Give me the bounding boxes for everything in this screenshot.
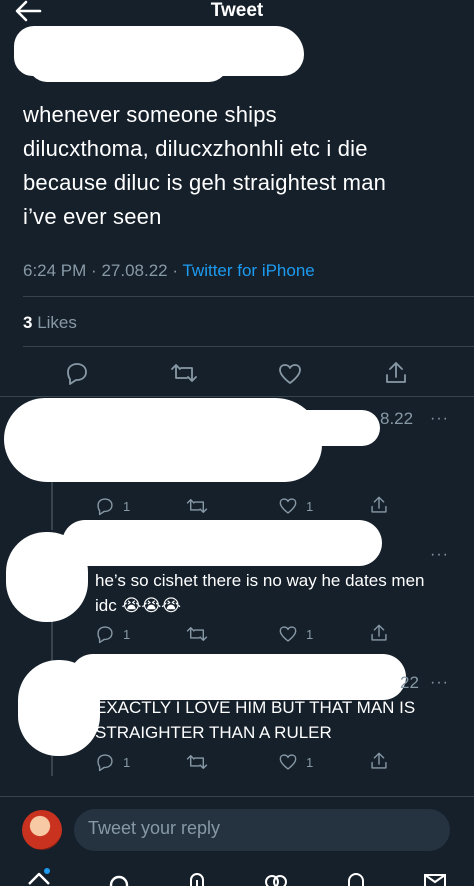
divider <box>0 396 474 397</box>
bottom-nav <box>0 866 474 886</box>
reply-action-icon[interactable] <box>95 624 115 644</box>
tweet-time: 6:24 PM <box>23 261 87 280</box>
share-action-icon[interactable] <box>369 623 389 643</box>
reply-text: EXACTLY I LOVE HIM BUT THAT MAN IS STRAI… <box>95 698 416 742</box>
meta-separator: · <box>172 261 179 280</box>
likes-count: 3 <box>23 313 33 332</box>
meta-separator: · <box>91 261 97 280</box>
likes-label: Likes <box>37 313 77 332</box>
reply-action-icon[interactable] <box>95 752 115 772</box>
likes-stat[interactable]: 3 Likes <box>23 311 77 335</box>
page-title: Tweet <box>210 0 264 21</box>
like-action-icon[interactable] <box>277 362 303 386</box>
tweet-text: whenever someone ships dilucxthoma, dilu… <box>23 102 387 229</box>
retweet-action-icon[interactable] <box>186 625 208 643</box>
reply-input-placeholder: Tweet your reply <box>88 818 221 838</box>
divider <box>23 346 474 347</box>
retweet-action-icon[interactable] <box>170 362 198 384</box>
reply-date: 22 <box>400 673 419 692</box>
like-action-icon[interactable] <box>278 496 298 516</box>
share-action-icon[interactable] <box>369 495 389 515</box>
reply-count: 1 <box>123 499 131 514</box>
like-action-icon[interactable] <box>278 752 298 772</box>
author-redaction <box>28 44 228 82</box>
reply-text: he’s so cishet there is no way he dates … <box>95 571 425 615</box>
like-action-icon[interactable] <box>278 624 298 644</box>
search-icon[interactable] <box>108 874 130 886</box>
reply-author-redaction <box>70 654 406 700</box>
reply-count: 1 <box>123 755 131 770</box>
divider <box>0 796 474 797</box>
tweet-source-link[interactable]: Twitter for iPhone <box>182 261 314 280</box>
reply-action-icon[interactable] <box>95 496 115 516</box>
share-action-icon[interactable] <box>369 751 389 771</box>
reply-text: Real <box>95 467 130 486</box>
reply-author-redaction <box>62 520 382 566</box>
tweet-meta: 6:24 PM · 27.08.22 · Twitter for iPhone <box>23 259 315 283</box>
reply-author-redaction <box>50 410 380 446</box>
avatar <box>22 810 62 850</box>
like-count: 1 <box>306 755 314 770</box>
retweet-action-icon[interactable] <box>186 753 208 771</box>
tweet-date: 27.08.22 <box>101 261 168 280</box>
more-options-icon[interactable]: ··· <box>430 546 449 564</box>
share-action-icon[interactable] <box>383 360 409 386</box>
more-options-icon[interactable]: ··· <box>430 410 449 428</box>
notification-dot <box>44 868 50 874</box>
reply-action-icon[interactable] <box>64 361 90 385</box>
divider <box>23 296 474 297</box>
reply-count: 1 <box>123 627 131 642</box>
reply-date: 8.22 <box>380 409 414 428</box>
like-count: 1 <box>306 627 314 642</box>
like-count: 1 <box>306 499 314 514</box>
more-options-icon[interactable]: ··· <box>430 674 449 692</box>
retweet-action-icon[interactable] <box>186 497 208 515</box>
